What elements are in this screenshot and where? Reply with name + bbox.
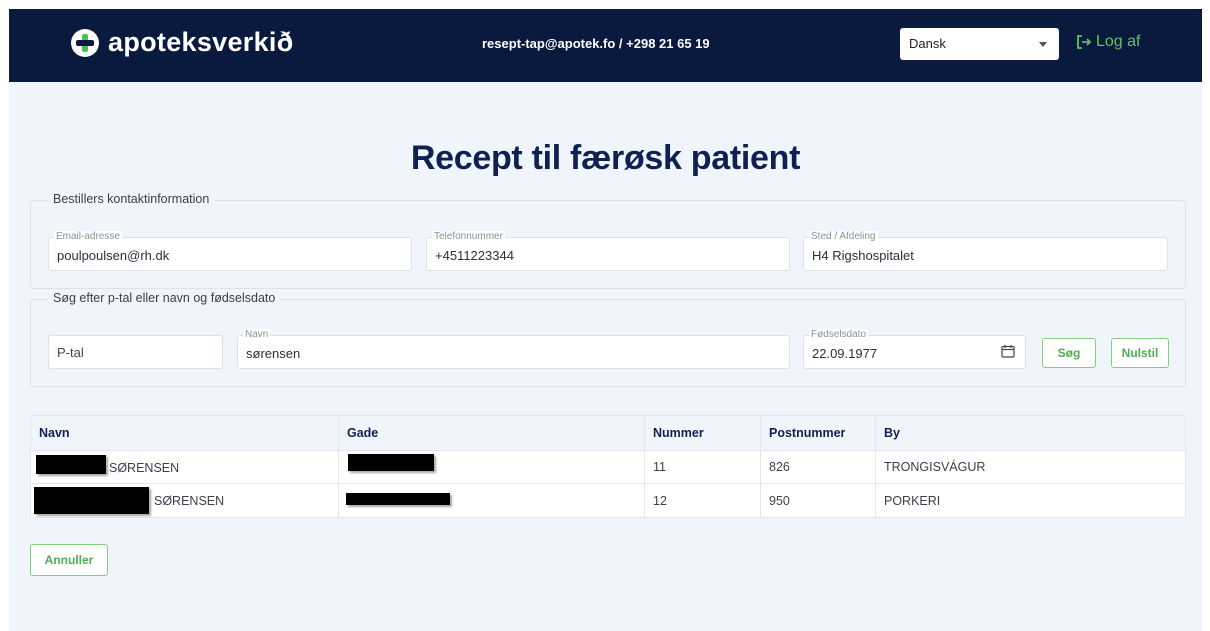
department-label: Sted / Afdeling [809,231,878,243]
column-header-city[interactable]: By [876,416,1185,450]
table-row[interactable]: SØRENSEN 12 950 PORKERI [31,484,1185,517]
redaction-block [36,455,106,474]
redaction-block [346,493,450,505]
caret-down-icon [1039,42,1047,47]
email-value: poulpoulsen@rh.dk [57,248,170,263]
email-label: Email-adresse [54,231,122,243]
street-cell [339,451,645,483]
surname-text: SØRENSEN [154,494,225,508]
patient-search-legend: Søg efter p-tal eller navn og fødselsdat… [47,291,282,305]
column-header-postal[interactable]: Postnummer [761,416,876,450]
table-header-row: Navn Gade Nummer Postnummer By [31,416,1185,451]
name-label: Navn [243,329,271,341]
sign-out-icon [1077,35,1092,49]
number-cell: 12 [645,484,761,517]
name-cell: SØRENSEN [31,451,339,483]
redaction-block [34,487,149,514]
department-field[interactable]: Sted / Afdeling H4 Rigshospitalet [803,231,1168,271]
phone-field[interactable]: Telefonnummer +4511223344 [426,231,790,271]
column-header-street[interactable]: Gade [339,416,645,450]
name-field[interactable]: Navn sørensen [237,329,790,369]
postal-cell: 826 [761,451,876,483]
brand-name: apoteksverkið [108,27,294,57]
search-button[interactable]: Søg [1042,338,1096,368]
redaction-block [348,454,434,471]
column-header-number[interactable]: Nummer [645,416,761,450]
dob-label: Fødselsdato [809,329,869,341]
top-navbar: apoteksverkið resept-tap@apotek.fo / +29… [9,9,1202,82]
pharmacy-cross-icon [71,28,99,57]
name-value: sørensen [246,346,301,361]
surname-text: SØRENSEN [109,461,180,475]
orderer-contact-legend: Bestillers kontaktinformation [47,192,216,206]
page-title: Recept til færøsk patient [410,139,801,177]
street-cell [339,484,645,517]
app-page: apoteksverkið resept-tap@apotek.fo / +29… [9,9,1202,631]
calendar-icon[interactable] [1001,344,1015,358]
city-cell: PORKERI [884,493,941,508]
column-header-name[interactable]: Navn [31,416,339,450]
dob-field[interactable]: Fødselsdato 22.09.1977 [803,329,1026,369]
number-cell: 11 [645,451,761,483]
ptal-placeholder: P-tal [57,345,84,360]
language-select[interactable]: Dansk [900,28,1059,60]
dob-value: 22.09.1977 [812,346,878,361]
cancel-button[interactable]: Annuller [30,544,108,576]
postal-cell: 950 [761,484,876,517]
city-cell: TRONGISVÁGUR [884,460,986,474]
patient-search-section: Søg efter p-tal eller navn og fødselsdat… [30,291,1186,387]
phone-label: Telefonnummer [432,231,505,243]
email-field[interactable]: Email-adresse poulpoulsen@rh.dk [48,231,412,271]
department-value: H4 Rigshospitalet [812,248,914,263]
phone-value: +4511223344 [435,248,514,263]
results-table: Navn Gade Nummer Postnummer By SØRENSEN … [30,415,1186,518]
name-cell: SØRENSEN [31,484,339,517]
brand-logo[interactable]: apoteksverkið [71,27,294,58]
table-row[interactable]: SØRENSEN 11 826 TRONGISVÁGUR [31,451,1185,484]
logout-link[interactable]: Log af [1075,33,1140,51]
ptal-field[interactable]: P-tal [48,335,223,369]
contact-info: resept-tap@apotek.fo / +298 21 65 19 [482,36,710,51]
orderer-contact-section: Bestillers kontaktinformation Email-adre… [30,192,1186,289]
logout-label: Log af [1096,33,1141,50]
language-value: Dansk [909,36,946,51]
reset-button[interactable]: Nulstil [1111,338,1169,368]
